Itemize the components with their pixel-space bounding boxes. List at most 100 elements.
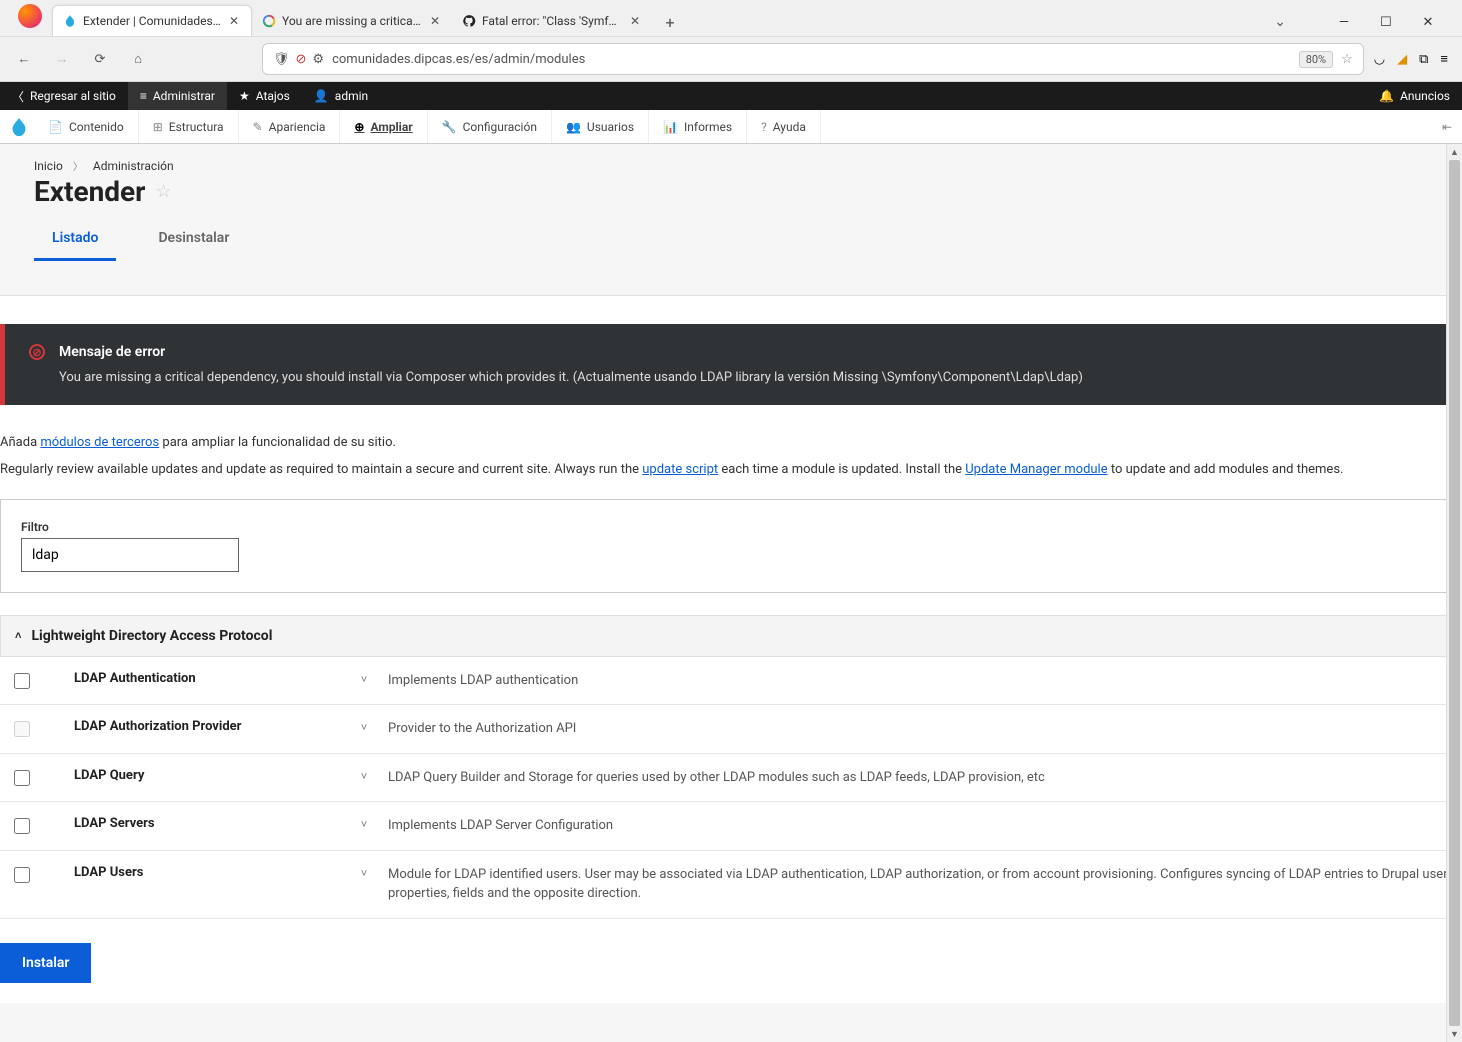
favorite-star-icon[interactable]: ☆ [155, 181, 171, 202]
maximize-button[interactable]: ☐ [1372, 8, 1400, 36]
url-bar[interactable]: 🛡 ⊘ ⚙ comunidades.dipcas.es/es/admin/mod… [262, 43, 1364, 75]
module-row: LDAP Authentication˅Implements LDAP auth… [0, 657, 1462, 706]
module-checkbox[interactable] [14, 770, 30, 786]
shortcuts-label: Atajos [256, 89, 290, 103]
menu-contenido[interactable]: 📄Contenido [34, 110, 139, 143]
collapse-menu-button[interactable]: ⇤ [1432, 120, 1462, 134]
error-body: You are missing a critical dependency, y… [29, 370, 1438, 385]
module-description: LDAP Query Builder and Storage for queri… [388, 768, 1448, 788]
announcements-link[interactable]: 🔔 Anuncios [1379, 89, 1462, 103]
chevron-down-icon[interactable]: ˅ [358, 719, 370, 734]
structure-icon: ⊞ [153, 120, 163, 134]
menu-ampliar[interactable]: ⊕ Ampliar [340, 110, 427, 143]
menu-ayuda[interactable]: ?Ayuda [747, 110, 821, 143]
intro-p2: Regularly review available updates and u… [0, 460, 1462, 481]
scroll-up-arrow-icon[interactable]: ▲ [1447, 144, 1462, 160]
error-title: Mensaje de error [59, 344, 165, 360]
module-row: LDAP Servers˅Implements LDAP Server Conf… [0, 802, 1462, 851]
firefox-icon [18, 4, 42, 28]
close-icon[interactable]: ✕ [628, 14, 642, 28]
vertical-scrollbar[interactable]: ▲ ▼ [1446, 144, 1462, 1042]
reload-button[interactable]: ⟳ [86, 45, 114, 73]
close-window-button[interactable]: ✕ [1414, 8, 1442, 36]
bookmark-star-icon[interactable]: ☆ [1341, 52, 1353, 67]
update-manager-link[interactable]: Update Manager module [965, 462, 1107, 477]
bell-icon: 🔔 [1379, 89, 1394, 103]
shield-icon[interactable]: 🛡 [273, 52, 290, 67]
extensions-icon[interactable]: ⧉ [1419, 52, 1428, 67]
filter-label: Filtro [21, 520, 1441, 534]
module-row: LDAP Query ˅ LDAP Query Builder and Storag… [0, 754, 1462, 803]
module-name: LDAP Users [44, 865, 344, 880]
lock-crossed-icon[interactable]: ⊘ [296, 52, 307, 67]
tab-desinstalar[interactable]: Desinstalar [140, 220, 247, 261]
module-checkbox[interactable] [14, 721, 30, 737]
account-icon[interactable]: ◢ [1397, 52, 1407, 67]
module-description: Implements LDAP authentication [388, 671, 1448, 691]
browser-tab-2[interactable]: Fatal error: "Class 'Symfony\Co ✕ [452, 6, 652, 36]
tab-label: Fatal error: "Class 'Symfony\Co [482, 14, 622, 28]
menu-apariencia[interactable]: ✎Apariencia [239, 110, 341, 143]
tab-label: Extender | Comunidades Dipcas [83, 14, 221, 28]
chevron-down-icon[interactable]: ˅ [358, 768, 370, 783]
forward-button: → [48, 45, 76, 73]
scroll-thumb[interactable] [1449, 160, 1460, 1026]
close-icon[interactable]: ✕ [227, 14, 241, 28]
zoom-indicator[interactable]: 80% [1299, 51, 1333, 68]
module-name: LDAP Servers [44, 816, 344, 831]
tabs-dropdown-icon[interactable]: ⌄ [1274, 14, 1286, 30]
home-button[interactable]: ⌂ [124, 45, 152, 73]
reports-icon: 📊 [663, 120, 678, 134]
back-button[interactable]: ← [10, 45, 38, 73]
menu-informes[interactable]: 📊Informes [649, 110, 747, 143]
breadcrumb-home[interactable]: Inicio [34, 159, 63, 173]
menu-label: Estructura [169, 120, 224, 134]
drupal-logo-icon[interactable] [4, 112, 34, 142]
update-script-link[interactable]: update script [642, 462, 718, 477]
close-icon[interactable]: ✕ [428, 14, 442, 28]
menu-configuracion[interactable]: 🔧Configuración [428, 110, 552, 143]
menu-estructura[interactable]: ⊞ Estructura [139, 110, 239, 143]
user-icon: 👤 [314, 89, 329, 103]
install-button[interactable]: Instalar [0, 943, 91, 983]
people-icon: 👥 [566, 120, 581, 134]
filter-input[interactable] [21, 538, 239, 572]
module-checkbox[interactable] [14, 818, 30, 834]
app-menu-icon[interactable]: ≡ [1440, 51, 1448, 67]
minimize-button[interactable]: — [1330, 8, 1358, 36]
third-party-modules-link[interactable]: módulos de terceros [40, 435, 159, 450]
content-viewport[interactable]: Inicio 〉 Administración Extender ☆ Lista… [0, 144, 1462, 1042]
user-menu[interactable]: 👤 admin [302, 82, 380, 110]
browser-tab-0[interactable]: Extender | Comunidades Dipcas ✕ [52, 5, 252, 36]
filter-box: Filtro [0, 499, 1462, 593]
module-name: LDAP Query [44, 768, 344, 783]
page-tabs: Listado Desinstalar [34, 220, 1428, 261]
permissions-icon[interactable]: ⚙ [312, 52, 324, 67]
tab-listado[interactable]: Listado [34, 220, 116, 261]
chevron-down-icon[interactable]: ˅ [358, 671, 370, 686]
extend-icon: ⊕ [354, 120, 364, 134]
section-title: Lightweight Directory Access Protocol [31, 628, 272, 644]
menu-usuarios[interactable]: 👥Usuarios [552, 110, 649, 143]
module-section-header[interactable]: ˄ Lightweight Directory Access Protocol [0, 615, 1462, 657]
back-to-site-link[interactable]: 〈 Regresar al sitio [0, 82, 128, 110]
manage-toggle[interactable]: ≡ Administrar [128, 82, 227, 110]
chevron-up-icon: ˄ [15, 629, 21, 642]
intro-p1: Añada módulos de terceros para ampliar l… [0, 433, 1462, 454]
chevron-down-icon[interactable]: ˅ [358, 816, 370, 831]
module-checkbox[interactable] [14, 867, 30, 883]
chevron-down-icon[interactable]: ˅ [358, 865, 370, 880]
module-checkbox[interactable] [14, 673, 30, 689]
menu-label: Ampliar [370, 120, 412, 134]
star-icon: ★ [239, 89, 250, 103]
breadcrumb-admin[interactable]: Administración [93, 159, 174, 173]
browser-tab-1[interactable]: You are missing a critical depen ✕ [252, 6, 452, 36]
tab-label: You are missing a critical depen [282, 14, 422, 28]
content-icon: 📄 [48, 120, 63, 134]
error-message-box: ⊘ Mensaje de error You are missing a cri… [0, 324, 1462, 405]
pocket-icon[interactable]: ◡ [1374, 52, 1385, 67]
browser-chrome: Extender | Comunidades Dipcas ✕ You are … [0, 0, 1462, 82]
breadcrumb: Inicio 〉 Administración [34, 158, 1428, 173]
new-tab-button[interactable]: + [656, 8, 684, 36]
shortcuts-link[interactable]: ★ Atajos [227, 82, 302, 110]
